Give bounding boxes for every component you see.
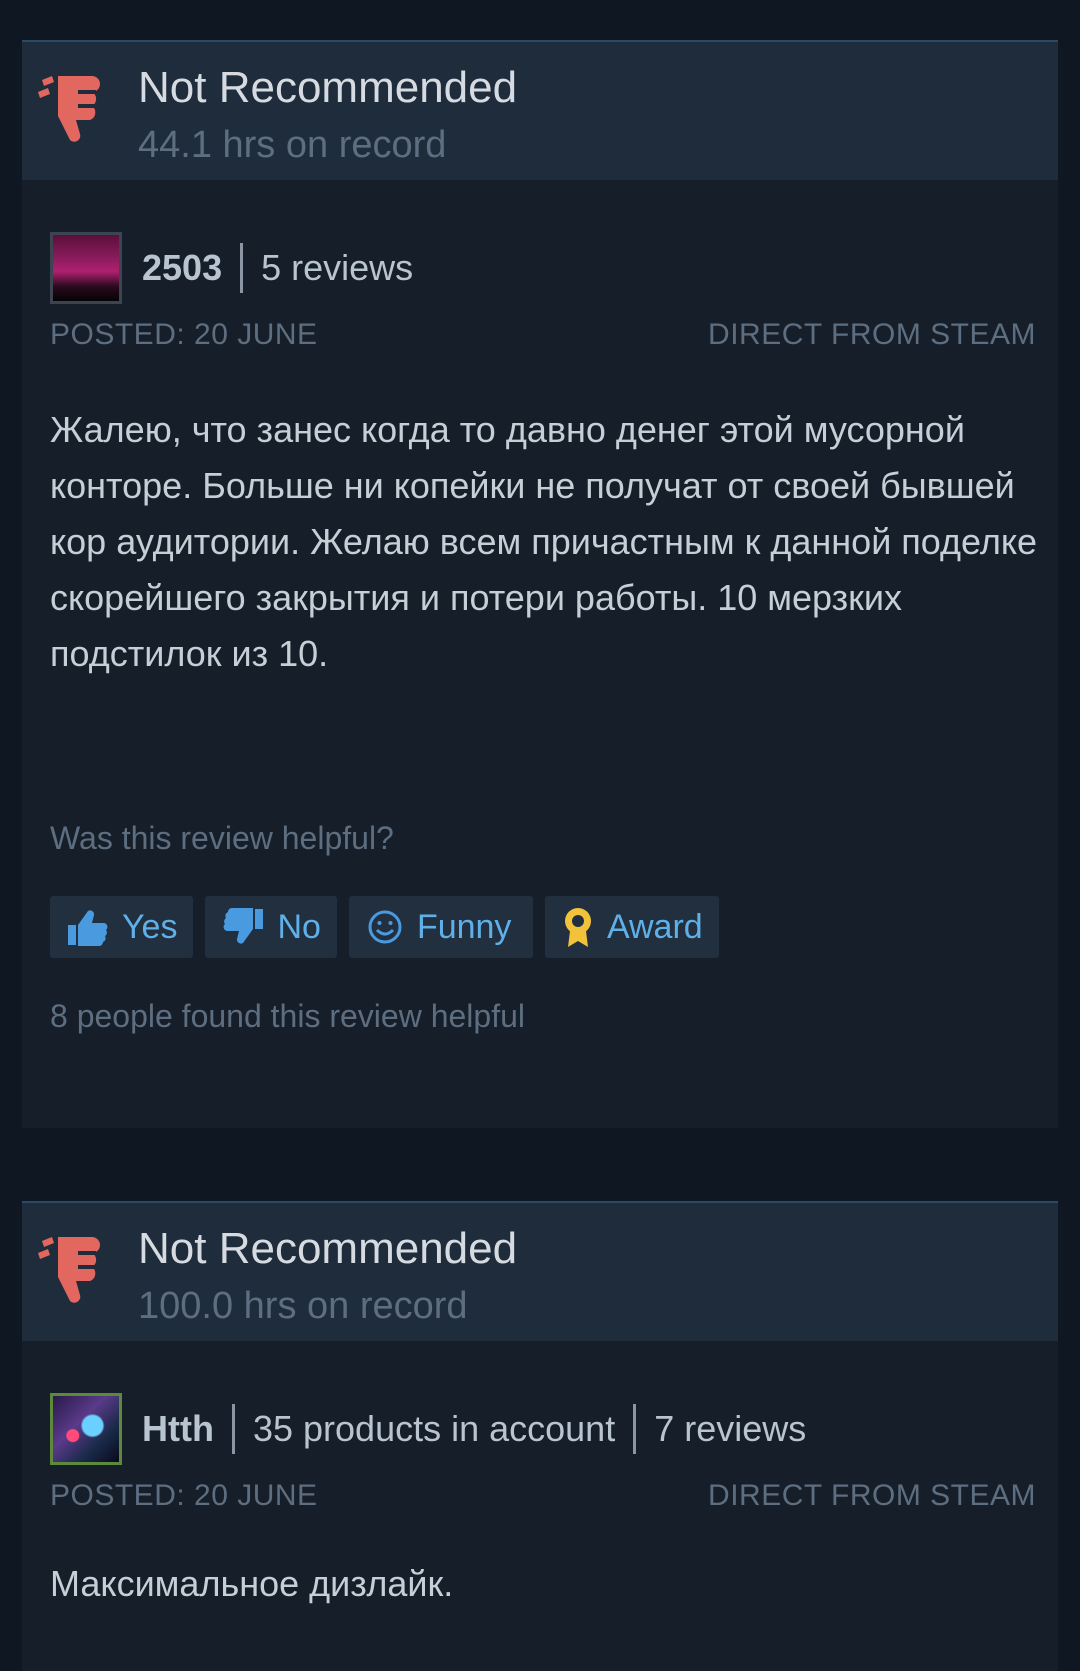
no-label: No [277,907,321,946]
posted-row: POSTED: 20 JUNE DIRECT FROM STEAM [50,1479,1036,1513]
award-button[interactable]: Award [544,896,719,958]
funny-label: Funny [416,907,512,946]
verdict-title: Not Recommended [138,63,518,112]
thumbs-down-icon [38,76,100,142]
separator [633,1404,637,1454]
posted-date: POSTED: 20 JUNE [50,318,318,351]
award-ribbon-icon [564,908,591,947]
no-button[interactable]: No [205,896,337,958]
review-card: Not Recommended 100.0 hrs on record Htth… [22,1201,1058,1671]
review-count[interactable]: 7 reviews [654,1408,806,1450]
author-name[interactable]: 2503 [142,247,222,289]
thumbs-down-icon [38,1237,100,1303]
yes-button[interactable]: Yes [50,896,194,958]
hours-on-record: 100.0 hrs on record [138,1285,468,1327]
yes-label: Yes [122,907,178,946]
review-verdict-header[interactable]: Not Recommended 44.1 hrs on record [22,40,1058,180]
avatar[interactable] [50,1393,122,1465]
separator [231,1404,235,1454]
review-author: 2503 5 reviews [50,230,413,306]
review-text: Максимальное дизлайк. [50,1563,454,1604]
review-card: Not Recommended 44.1 hrs on record 2503 … [22,40,1058,1128]
funny-button[interactable]: Funny [348,896,533,958]
helpful-count: 8 people found this review helpful [50,998,525,1034]
posted-date: POSTED: 20 JUNE [50,1479,318,1512]
thumbs-down-icon [224,908,264,944]
thumbs-up-icon [68,910,108,946]
purchase-source: DIRECT FROM STEAM [708,1479,1036,1512]
products-count[interactable]: 35 products in account [253,1408,615,1450]
review-text: Жалею, что занес когда то давно денег эт… [50,409,1038,674]
helpful-question: Was this review helpful? [50,820,394,856]
purchase-source: DIRECT FROM STEAM [708,318,1036,351]
posted-row: POSTED: 20 JUNE DIRECT FROM STEAM [50,318,1036,352]
author-name[interactable]: Htth [142,1408,214,1450]
review-verdict-header[interactable]: Not Recommended 100.0 hrs on record [22,1201,1058,1341]
verdict-title: Not Recommended [138,1224,518,1273]
review-author: Htth 35 products in account 7 reviews [50,1391,806,1467]
separator [240,243,244,293]
award-label: Award [606,907,703,946]
review-count[interactable]: 5 reviews [261,247,413,289]
avatar[interactable] [50,232,122,304]
smiley-icon [368,910,402,944]
vote-buttons: Yes No Funny Award [50,896,731,958]
hours-on-record: 44.1 hrs on record [138,124,447,166]
